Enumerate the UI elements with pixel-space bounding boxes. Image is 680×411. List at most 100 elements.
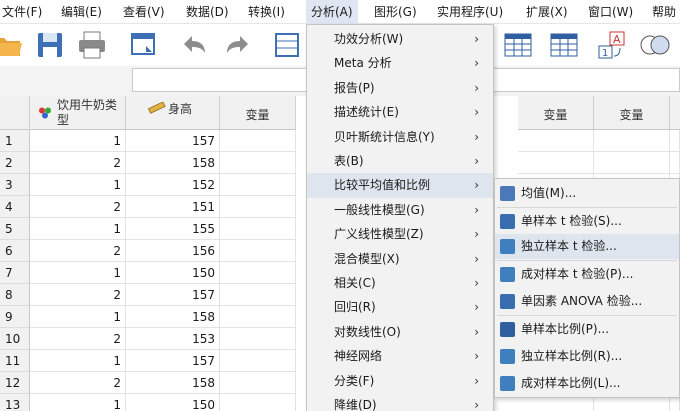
compare-submenu-item[interactable]: 单因素 ANOVA 检验... bbox=[495, 289, 679, 314]
cell-milk-type[interactable]: 1 bbox=[30, 130, 126, 152]
value-labels-icon[interactable]: A1 bbox=[596, 30, 628, 60]
analyze-menu-item[interactable]: 一般线性模型(G) › bbox=[307, 198, 493, 223]
cell-height[interactable]: 155 bbox=[126, 218, 220, 240]
column-header-var[interactable]: 变量 bbox=[518, 96, 594, 130]
cell-empty[interactable] bbox=[220, 218, 296, 240]
cell-height[interactable]: 151 bbox=[126, 196, 220, 218]
analyze-menu-item[interactable]: 功效分析(W) › bbox=[307, 27, 493, 52]
column-header-var[interactable]: 变量 bbox=[220, 96, 296, 130]
cell-height[interactable]: 158 bbox=[126, 372, 220, 394]
cell-empty[interactable] bbox=[670, 152, 680, 174]
cell-height[interactable]: 158 bbox=[126, 306, 220, 328]
cell-height[interactable]: 150 bbox=[126, 394, 220, 411]
compare-submenu-item[interactable]: 均值(M)... bbox=[495, 181, 679, 206]
cell-height[interactable]: 157 bbox=[126, 284, 220, 306]
cell-empty[interactable] bbox=[220, 174, 296, 196]
menu-graphs[interactable]: 图形(G) bbox=[372, 0, 419, 24]
cell-empty[interactable] bbox=[220, 130, 296, 152]
analyze-menu-item[interactable]: 对数线性(O) › bbox=[307, 320, 493, 345]
compare-submenu-item[interactable]: 单样本 t 检验(S)... bbox=[495, 209, 679, 234]
row-number[interactable]: 8 bbox=[0, 284, 30, 306]
analyze-menu-item[interactable]: 表(B) › bbox=[307, 149, 493, 174]
cell-empty[interactable] bbox=[220, 284, 296, 306]
menu-window[interactable]: 窗口(W) bbox=[586, 0, 635, 24]
menu-utilities[interactable]: 实用程序(U) bbox=[435, 0, 505, 24]
menu-view[interactable]: 查看(V) bbox=[121, 0, 167, 24]
analyze-menu-item[interactable]: 报告(P) › bbox=[307, 76, 493, 101]
analyze-menu-item[interactable]: 贝叶斯统计信息(Y) › bbox=[307, 125, 493, 150]
compare-submenu-item[interactable]: 单样本比例(P)... bbox=[495, 317, 679, 342]
cell-height[interactable]: 157 bbox=[126, 350, 220, 372]
cell-height[interactable]: 156 bbox=[126, 240, 220, 262]
cell-empty[interactable] bbox=[220, 328, 296, 350]
row-number[interactable]: 6 bbox=[0, 240, 30, 262]
cell-empty[interactable] bbox=[220, 262, 296, 284]
menu-edit[interactable]: 编辑(E) bbox=[59, 0, 104, 24]
cell-milk-type[interactable]: 1 bbox=[30, 350, 126, 372]
table-grid-icon[interactable] bbox=[502, 30, 534, 60]
row-number[interactable]: 4 bbox=[0, 196, 30, 218]
column-header-height[interactable]: 身高 bbox=[126, 96, 220, 130]
cell-height[interactable]: 152 bbox=[126, 174, 220, 196]
analyze-menu-item[interactable]: 广义线性模型(Z) › bbox=[307, 222, 493, 247]
row-number[interactable]: 2 bbox=[0, 152, 30, 174]
row-number[interactable]: 5 bbox=[0, 218, 30, 240]
analyze-menu-item[interactable]: 相关(C) › bbox=[307, 271, 493, 296]
row-number[interactable]: 1 bbox=[0, 130, 30, 152]
cell-empty[interactable] bbox=[594, 152, 670, 174]
row-number[interactable]: 13 bbox=[0, 394, 30, 411]
menu-data[interactable]: 数据(D) bbox=[184, 0, 231, 24]
menu-extensions[interactable]: 扩展(X) bbox=[524, 0, 570, 24]
compare-submenu-item[interactable]: 成对样本比例(L)... bbox=[495, 371, 679, 396]
cell-milk-type[interactable]: 2 bbox=[30, 152, 126, 174]
cell-height[interactable]: 158 bbox=[126, 152, 220, 174]
row-number[interactable]: 10 bbox=[0, 328, 30, 350]
open-folder-icon[interactable] bbox=[0, 30, 24, 60]
analyze-menu-item[interactable]: 回归(R) › bbox=[307, 295, 493, 320]
cell-milk-type[interactable]: 1 bbox=[30, 262, 126, 284]
compare-submenu-item[interactable]: 独立样本 t 检验... bbox=[495, 234, 679, 259]
cell-height[interactable]: 150 bbox=[126, 262, 220, 284]
cell-empty[interactable] bbox=[518, 152, 594, 174]
table-grid-icon[interactable] bbox=[548, 30, 580, 60]
analyze-menu-item[interactable]: 降维(D) › bbox=[307, 393, 493, 411]
cell-empty[interactable] bbox=[594, 130, 670, 152]
row-number[interactable]: 3 bbox=[0, 174, 30, 196]
analyze-menu-item[interactable]: 分类(F) › bbox=[307, 369, 493, 394]
compare-submenu-item[interactable]: 成对样本 t 检验(P)... bbox=[495, 262, 679, 287]
column-header-milk-type[interactable]: 饮用牛奶类型 bbox=[30, 96, 126, 130]
cell-empty[interactable] bbox=[670, 130, 680, 152]
cell-milk-type[interactable]: 2 bbox=[30, 284, 126, 306]
row-number[interactable]: 7 bbox=[0, 262, 30, 284]
cell-empty[interactable] bbox=[220, 240, 296, 262]
redo-icon[interactable] bbox=[222, 30, 254, 60]
cell-milk-type[interactable]: 2 bbox=[30, 372, 126, 394]
cell-height[interactable]: 153 bbox=[126, 328, 220, 350]
column-header-var[interactable]: 变量 bbox=[594, 96, 670, 130]
goto-case-icon[interactable] bbox=[272, 30, 304, 60]
analyze-menu-item[interactable]: Meta 分析 › bbox=[307, 51, 493, 76]
analyze-menu-item[interactable]: 神经网络 › bbox=[307, 344, 493, 369]
row-number[interactable]: 12 bbox=[0, 372, 30, 394]
cell-milk-type[interactable]: 2 bbox=[30, 328, 126, 350]
menu-transform[interactable]: 转换(I) bbox=[246, 0, 287, 24]
use-sets-icon[interactable] bbox=[638, 30, 670, 60]
cell-empty[interactable] bbox=[518, 130, 594, 152]
analyze-menu-item[interactable]: 比较平均值和比例 › bbox=[307, 173, 493, 199]
menu-analyze[interactable]: 分析(A) bbox=[306, 0, 358, 24]
row-number[interactable]: 9 bbox=[0, 306, 30, 328]
menu-help[interactable]: 帮助 bbox=[650, 0, 678, 24]
cell-empty[interactable] bbox=[220, 306, 296, 328]
cell-milk-type[interactable]: 1 bbox=[30, 218, 126, 240]
undo-icon[interactable] bbox=[178, 30, 210, 60]
print-icon[interactable] bbox=[76, 30, 108, 60]
cell-empty[interactable] bbox=[220, 394, 296, 411]
row-number[interactable]: 11 bbox=[0, 350, 30, 372]
menu-file[interactable]: 文件(F) bbox=[0, 0, 44, 24]
cell-empty[interactable] bbox=[220, 350, 296, 372]
compare-submenu-item[interactable]: 独立样本比例(R)... bbox=[495, 344, 679, 369]
cell-milk-type[interactable]: 2 bbox=[30, 196, 126, 218]
dialog-recall-icon[interactable] bbox=[128, 30, 160, 60]
analyze-menu-item[interactable]: 混合模型(X) › bbox=[307, 247, 493, 272]
cell-milk-type[interactable]: 1 bbox=[30, 306, 126, 328]
